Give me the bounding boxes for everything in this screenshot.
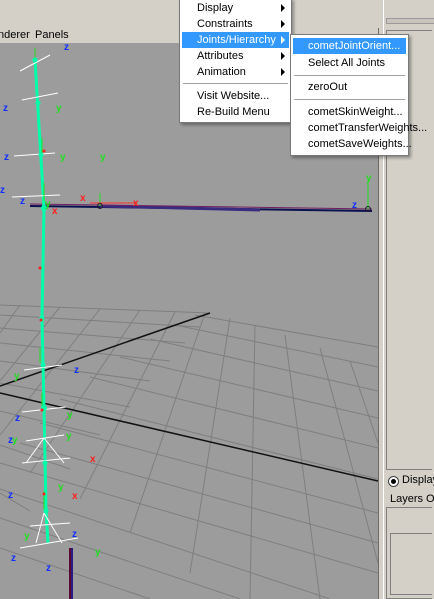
svg-text:z: z	[352, 200, 357, 211]
svg-text:y: y	[14, 371, 20, 382]
panel-scrollbar[interactable]	[386, 18, 434, 24]
layer-editor[interactable]	[386, 507, 432, 599]
submenu-item-zero-out[interactable]: zeroOut	[293, 79, 406, 95]
menu-item-constraints[interactable]: Constraints	[182, 16, 289, 32]
svg-text:z: z	[72, 529, 77, 540]
submenu-item-comet-skin-weight[interactable]: cometSkinWeight...	[293, 104, 406, 120]
svg-text:x: x	[72, 491, 78, 502]
svg-text:z: z	[8, 435, 13, 446]
menu-item-joints-hierarchy[interactable]: Joints/Hierarchy	[182, 32, 289, 48]
submenu-item-comet-transfer-weights[interactable]: cometTransferWeights...	[293, 120, 427, 136]
svg-text:z: z	[20, 196, 25, 207]
menu-item-attributes[interactable]: Attributes	[182, 48, 289, 64]
layers-menu[interactable]: Layers	[390, 493, 423, 505]
grid-axis-line	[0, 392, 378, 482]
renderer-menu[interactable]: nderer	[0, 29, 30, 41]
svg-text:z: z	[15, 413, 20, 424]
svg-text:x: x	[52, 206, 58, 217]
svg-text:y: y	[60, 152, 66, 163]
svg-text:x: x	[80, 193, 86, 204]
svg-text:y: y	[45, 199, 51, 210]
display-label: Display	[402, 474, 434, 486]
svg-text:z: z	[46, 563, 51, 574]
display-radio-button[interactable]	[388, 476, 399, 487]
svg-text:y: y	[56, 103, 62, 114]
layer-list[interactable]	[390, 533, 432, 595]
svg-text:z: z	[11, 553, 16, 564]
panels-menu[interactable]: Panels	[35, 29, 69, 41]
menu-separator	[294, 75, 405, 76]
submenu-item-comet-joint-orient[interactable]: cometJointOrient...	[293, 38, 406, 54]
joints-hierarchy-submenu: cometJointOrient... Select All Joints ze…	[290, 34, 427, 156]
submenu-arrow-icon	[281, 20, 285, 28]
svg-text:z: z	[74, 365, 79, 376]
submenu-item-comet-save-weights[interactable]: cometSaveWeights...	[293, 136, 412, 152]
svg-text:y: y	[95, 547, 101, 558]
menu-item-display[interactable]: Display	[182, 0, 289, 16]
menu-item-visit-website[interactable]: Visit Website...	[182, 88, 289, 104]
spine-joint-chain	[33, 59, 73, 599]
svg-text:y: y	[24, 531, 30, 542]
svg-text:x: x	[90, 454, 96, 465]
svg-text:z: z	[8, 490, 13, 501]
svg-text:y: y	[58, 482, 64, 493]
svg-text:z: z	[0, 185, 5, 196]
svg-text:z: z	[4, 152, 9, 163]
menu-separator	[294, 99, 405, 100]
ground-grid	[0, 304, 378, 599]
comet-menu: Display Constraints Joints/Hierarchy Att…	[179, 0, 292, 123]
submenu-arrow-icon	[281, 52, 285, 60]
submenu-arrow-icon	[281, 68, 285, 76]
svg-text:y: y	[100, 152, 106, 163]
svg-text:y: y	[366, 173, 372, 184]
svg-text:y: y	[67, 410, 73, 421]
menu-item-animation[interactable]: Animation	[182, 64, 289, 80]
submenu-item-select-all-joints[interactable]: Select All Joints	[293, 55, 406, 71]
menu-separator	[183, 83, 288, 84]
svg-text:y: y	[66, 431, 72, 442]
submenu-arrow-icon	[281, 4, 285, 12]
svg-text:z: z	[64, 43, 69, 53]
svg-text:x: x	[133, 198, 139, 209]
menu-item-rebuild-menu[interactable]: Re-Build Menu	[182, 104, 289, 120]
options-menu[interactable]: O	[426, 493, 434, 505]
svg-text:z: z	[3, 103, 8, 114]
submenu-arrow-icon	[281, 36, 285, 44]
